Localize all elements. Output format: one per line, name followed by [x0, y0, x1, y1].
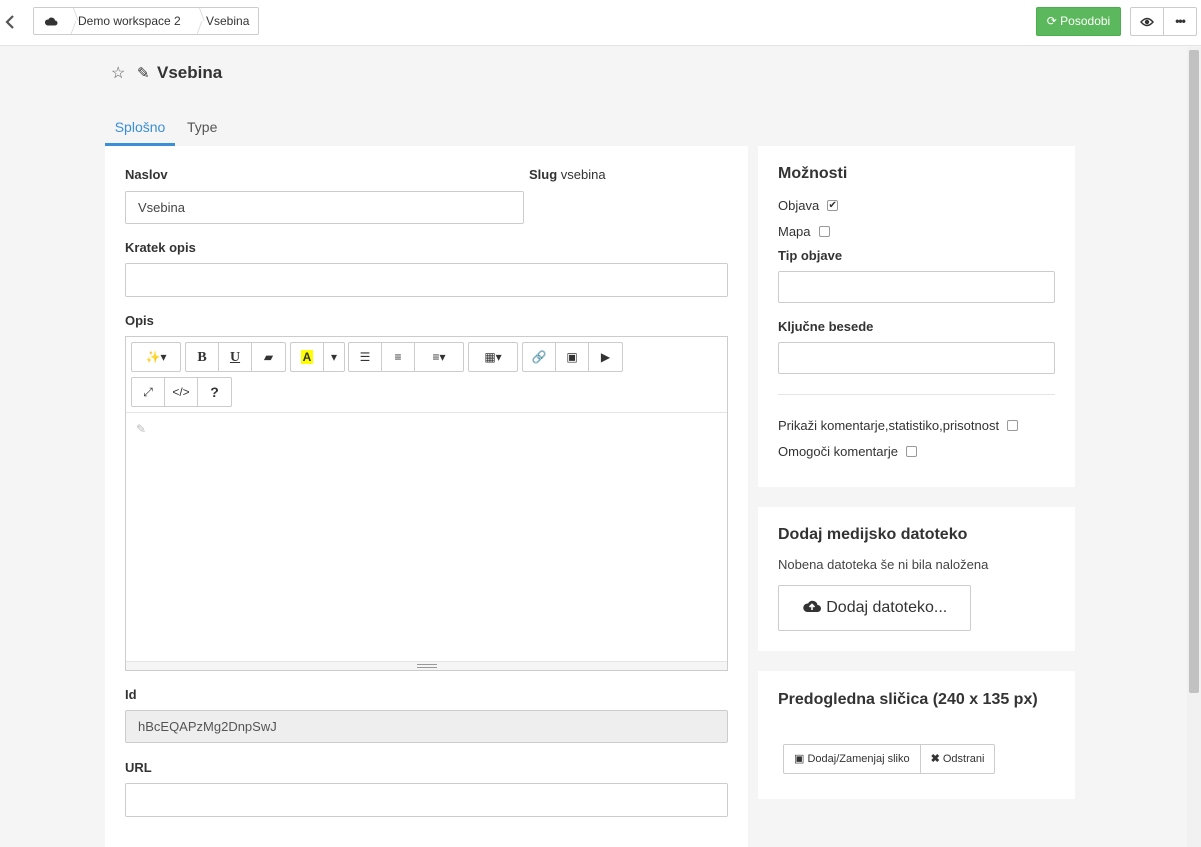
options-panel: Možnosti Objava ✔ Mapa Tip objave Ključn…: [758, 146, 1075, 487]
remove-image-label: Odstrani: [942, 753, 985, 765]
pencil-icon: ✎: [136, 422, 147, 436]
divider: [778, 394, 1055, 395]
preview-button[interactable]: [1130, 7, 1164, 36]
publish-label: Objava: [778, 198, 820, 213]
picture-icon: ▣: [794, 753, 805, 765]
rich-text-editor: ✨▾ B U ▰ A ▾ ☰ ≡ ≡▾ ▦▾ 🔗 ▣ ▶ ⤢ </> ? ✎: [125, 336, 728, 671]
page-header: ☆ ✎ Vsebina: [111, 62, 222, 84]
page-title: Vsebina: [157, 63, 223, 82]
upload-file-label: Dodaj datoteko...: [826, 599, 948, 616]
thumbnail-panel: Predogledna sličica (240 x 135 px) ▣ Dod…: [758, 671, 1075, 799]
title-input[interactable]: Vsebina: [125, 191, 524, 224]
fullscreen-icon[interactable]: ⤢: [132, 378, 165, 406]
view-group: ⤢ </> ?: [131, 377, 232, 407]
ellipsis-icon: •••: [1175, 14, 1186, 28]
list-ol-icon[interactable]: ≡: [382, 343, 415, 371]
table-group: ▦▾: [468, 342, 518, 372]
underline-icon[interactable]: U: [219, 343, 252, 371]
upload-file-button[interactable]: Dodaj datoteko...: [778, 585, 971, 631]
url-input[interactable]: [125, 783, 728, 817]
title-label: Naslov: [125, 167, 168, 182]
post-type-label: Tip objave: [778, 248, 843, 263]
short-description-input[interactable]: [125, 263, 728, 297]
id-field: hBcEQAPzMg2DnpSwJ: [125, 710, 728, 743]
update-button-label: Posodobi: [1060, 14, 1111, 28]
eye-icon: [1140, 16, 1154, 30]
tab-general[interactable]: Splošno: [105, 116, 175, 146]
publish-row: Objava ✔: [778, 198, 839, 213]
thumbnail-title: Predogledna sličica (240 x 135 px): [778, 691, 1038, 708]
tabs: Splošno Type: [105, 116, 227, 146]
color-group: A ▾: [290, 342, 345, 372]
table-icon[interactable]: ▦▾: [469, 343, 517, 371]
breadcrumb-home[interactable]: [34, 8, 68, 34]
slug-value: vsebina: [560, 167, 606, 182]
thumbnail-actions: ▣ Dodaj/Zamenjaj sliko ✖ Odstrani: [783, 744, 996, 774]
enable-comments-checkbox[interactable]: [905, 446, 917, 457]
media-empty-text: Nobena datoteka še ni bila naložena: [778, 557, 989, 572]
star-icon[interactable]: ☆: [111, 63, 131, 83]
style-group: ✨▾: [131, 342, 181, 372]
refresh-icon: ⟳: [1046, 14, 1057, 28]
breadcrumb-current[interactable]: Vsebina: [194, 8, 258, 34]
description-label: Opis: [125, 313, 154, 328]
replace-image-label: Dodaj/Zamenjaj sliko: [807, 753, 910, 765]
media-panel: Dodaj medijsko datoteko Nobena datoteka …: [758, 507, 1075, 651]
update-button[interactable]: ⟳ Posodobi: [1036, 7, 1121, 36]
remove-image-button[interactable]: ✖ Odstrani: [921, 745, 995, 773]
video-icon[interactable]: ▶: [589, 343, 622, 371]
enable-comments-label: Omogoči komentarje: [778, 444, 898, 459]
show-comments-label: Prikaži komentarje,statistiko,prisotnost: [778, 418, 1000, 433]
color-dropdown-icon[interactable]: ▾: [324, 343, 344, 371]
url-label: URL: [125, 760, 152, 775]
slug-display: Slug vsebina: [529, 167, 606, 182]
paragraph-group: ☰ ≡ ≡▾: [348, 342, 464, 372]
breadcrumb-workspace[interactable]: Demo workspace 2: [68, 8, 194, 34]
highlight-icon[interactable]: A: [291, 343, 324, 371]
insert-group: 🔗 ▣ ▶: [522, 342, 623, 372]
align-icon[interactable]: ≡▾: [415, 343, 463, 371]
show-comments-row: Prikaži komentarje,statistiko,prisotnost: [778, 418, 1019, 433]
back-chevron-icon[interactable]: [4, 12, 18, 32]
show-comments-checkbox[interactable]: [1007, 420, 1019, 431]
options-title: Možnosti: [778, 165, 848, 182]
slug-label: Slug: [529, 167, 558, 182]
more-options-button[interactable]: •••: [1163, 7, 1197, 36]
font-group: B U ▰: [185, 342, 286, 372]
cloud-icon: [44, 15, 58, 29]
keywords-label: Ključne besede: [778, 319, 874, 334]
breadcrumb: Demo workspace 2 Vsebina: [33, 7, 259, 35]
enable-comments-row: Omogoči komentarje: [778, 444, 917, 459]
close-icon: ✖: [930, 753, 940, 765]
bold-icon[interactable]: B: [186, 343, 219, 371]
main-form-panel: Naslov Slug vsebina Vsebina Kratek opis …: [105, 146, 748, 847]
eraser-icon[interactable]: ▰: [252, 343, 285, 371]
replace-image-button[interactable]: ▣ Dodaj/Zamenjaj sliko: [784, 745, 921, 773]
editor-resize-handle[interactable]: [126, 661, 727, 670]
list-ul-icon[interactable]: ☰: [349, 343, 382, 371]
editor-toolbar: ✨▾ B U ▰ A ▾ ☰ ≡ ≡▾ ▦▾ 🔗 ▣ ▶ ⤢ </> ?: [126, 337, 727, 413]
code-icon[interactable]: </>: [165, 378, 198, 406]
map-checkbox[interactable]: [818, 226, 830, 237]
cloud-upload-icon: [802, 599, 826, 616]
id-label: Id: [125, 687, 137, 702]
media-title: Dodaj medijsko datoteko: [778, 526, 968, 543]
map-label: Mapa: [778, 224, 811, 239]
pencil-icon: ✎: [137, 65, 150, 82]
publish-checkbox[interactable]: ✔: [827, 200, 839, 211]
link-icon[interactable]: 🔗: [523, 343, 556, 371]
magic-icon[interactable]: ✨▾: [132, 343, 180, 371]
scrollbar-thumb[interactable]: [1189, 50, 1199, 693]
short-description-label: Kratek opis: [125, 240, 196, 255]
editor-content-area[interactable]: ✎: [126, 414, 727, 660]
image-icon[interactable]: ▣: [556, 343, 589, 371]
post-type-input[interactable]: [778, 271, 1055, 303]
tab-type[interactable]: Type: [175, 116, 227, 146]
help-icon[interactable]: ?: [198, 378, 231, 406]
map-row: Mapa: [778, 224, 830, 239]
keywords-input[interactable]: [778, 342, 1055, 374]
top-bar: Demo workspace 2 Vsebina ⟳ Posodobi •••: [0, 0, 1201, 46]
